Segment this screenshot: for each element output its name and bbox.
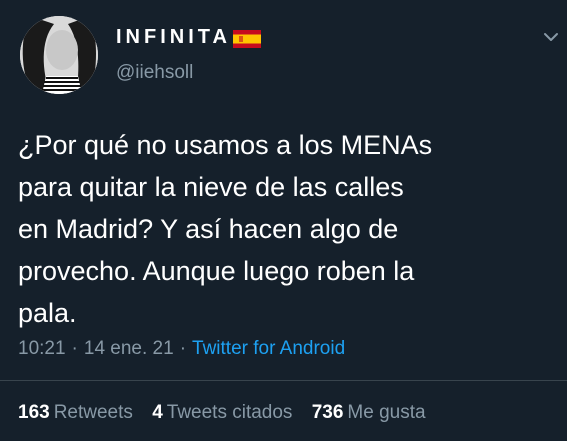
quotes-label: Tweets citados [166,402,293,423]
divider [0,380,567,381]
retweets-label: Retweets [53,402,133,423]
likes-label: Me gusta [347,402,426,423]
tweet-text-line: provecho. Aunque luego roben la [18,256,415,286]
meta-separator: · [179,338,187,359]
display-name-text: INFINITA [116,26,231,48]
retweets-count: 163 [18,402,50,423]
quotes-count: 4 [152,402,163,423]
tweet-date[interactable]: 14 ene. 21 [84,338,174,359]
tweet-meta: 10:21 · 14 ene. 21 · Twitter for Android [18,338,345,360]
likes-count: 736 [311,402,344,423]
tweet-card: INFINITA @iiehsoll ¿Por qué no usamos a … [0,0,567,441]
tweet-source-link[interactable]: Twitter for Android [192,338,345,359]
meta-separator: · [71,338,78,359]
tweet-text-line: para quitar la nieve de las calles [18,172,404,202]
tweet-time[interactable]: 10:21 [18,338,66,359]
user-handle[interactable]: @iiehsoll [116,62,193,84]
spain-flag-icon [232,29,261,48]
quotes-stat[interactable]: 4 Tweets citados [152,402,292,423]
display-name[interactable]: INFINITA [116,26,261,49]
tweet-text: ¿Por qué no usamos a los MENAs para quit… [18,124,553,334]
retweets-stat[interactable]: 163 Retweets [18,402,133,423]
tweet-text-line: pala. [18,298,77,328]
tweet-text-line: ¿Por qué no usamos a los MENAs [18,130,433,160]
avatar[interactable] [20,16,98,94]
chevron-down-icon[interactable] [543,30,559,42]
tweet-text-line: en Madrid? Y así hacen algo de [18,214,399,244]
likes-stat[interactable]: 736 Me gusta [312,402,426,423]
tweet-stats: 163 Retweets 4 Tweets citados 736 Me gusta [18,402,440,424]
